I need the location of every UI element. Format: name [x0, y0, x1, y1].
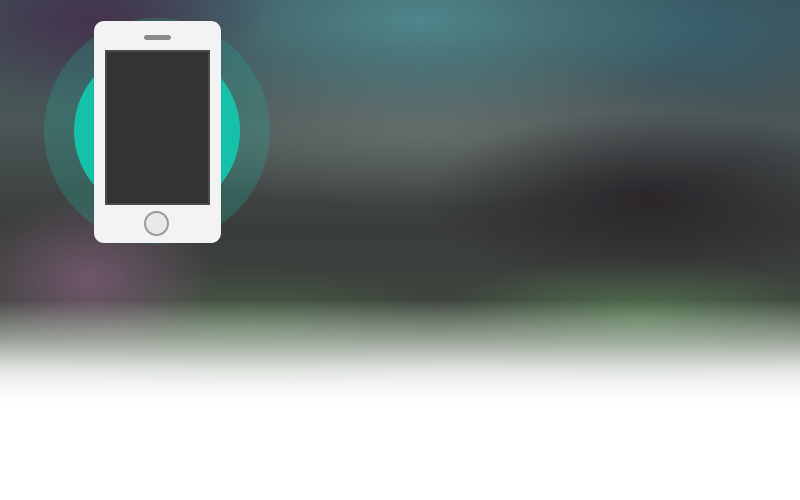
phone-home-button — [144, 211, 169, 236]
smartphone-icon — [94, 21, 221, 243]
phone-screen — [105, 50, 210, 205]
bottom-white-fade — [0, 300, 800, 500]
hero-banner — [0, 0, 800, 500]
phone-speaker — [144, 35, 171, 40]
